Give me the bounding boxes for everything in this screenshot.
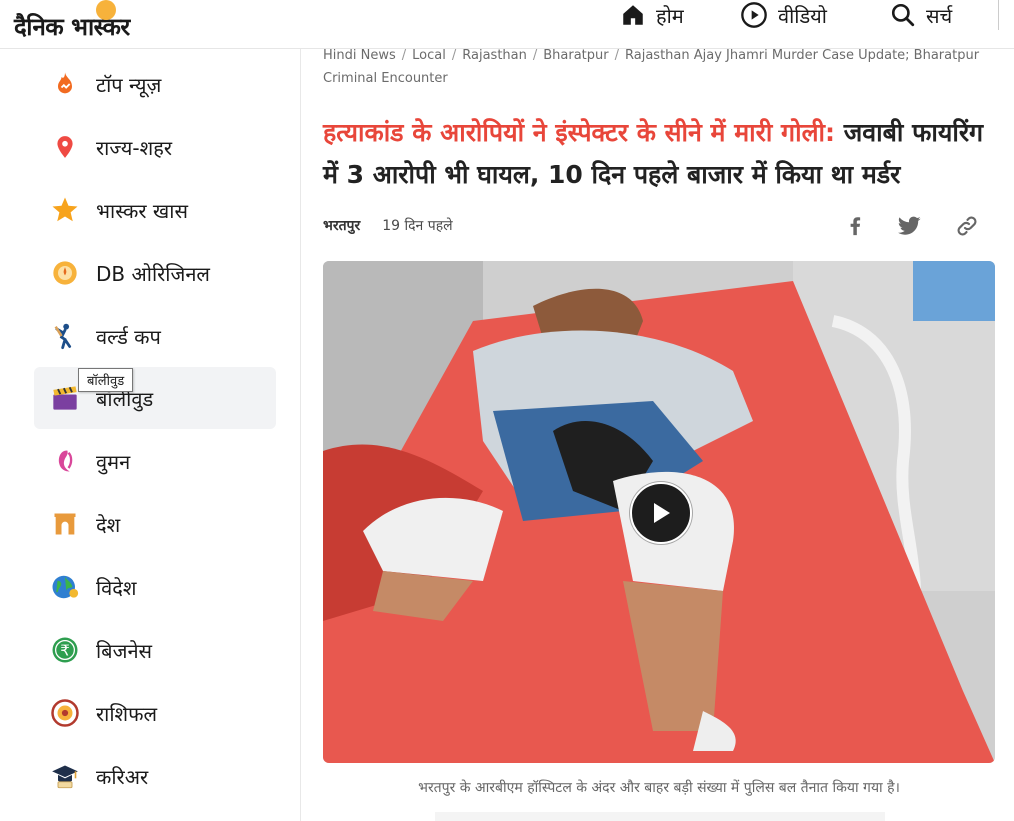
breadcrumb-separator: / xyxy=(532,48,538,63)
globe-icon xyxy=(50,572,80,602)
sidebar-item-career[interactable]: करिअर xyxy=(34,745,276,807)
sidebar-item-state-city[interactable]: राज्य-शहर xyxy=(34,116,276,178)
sidebar-item-label: देश xyxy=(96,512,121,537)
play-icon xyxy=(654,503,670,523)
sidebar-item-label: बिजनेस xyxy=(96,638,153,663)
zodiac-icon xyxy=(50,698,80,728)
breadcrumb-separator: / xyxy=(614,48,620,63)
sidebar-item-label: करिअर xyxy=(96,764,149,789)
breadcrumb-item[interactable]: Rajasthan xyxy=(462,48,527,63)
nav-search-label: सर्च xyxy=(926,3,953,28)
sidebar-item-label: वुमन xyxy=(96,449,131,474)
db-original-icon xyxy=(50,258,80,288)
share-facebook-button[interactable] xyxy=(840,211,870,241)
copy-link-button[interactable] xyxy=(952,211,982,241)
video-play-button[interactable] xyxy=(630,482,692,544)
nav-video[interactable]: वीडियो xyxy=(740,0,827,30)
sidebar-item-top-news[interactable]: टॉप न्यूज़ xyxy=(34,53,276,115)
woman-icon xyxy=(50,446,80,476)
breadcrumb-separator: / xyxy=(401,48,407,63)
nav-search[interactable]: सर्च xyxy=(890,0,952,30)
nav-home-label: होम xyxy=(656,3,684,28)
sidebar-item-videsh[interactable]: विदेश xyxy=(34,556,276,618)
sidebar-item-label: राज्य-शहर xyxy=(96,135,173,160)
sidebar-item-world-cup[interactable]: वर्ल्ड कप xyxy=(34,305,276,367)
flame-icon xyxy=(50,69,80,99)
sidebar: टॉप न्यूज़ राज्य-शहर भास्कर खास DB ओरिजि… xyxy=(0,49,301,821)
svg-text:₹: ₹ xyxy=(60,642,70,660)
breadcrumb-separator: / xyxy=(451,48,457,63)
header-divider xyxy=(998,0,999,30)
link-icon xyxy=(957,216,977,236)
sidebar-item-desh[interactable]: देश xyxy=(34,493,276,555)
site-logo[interactable]: दैनिक भास्कर xyxy=(14,0,130,43)
breadcrumb-item[interactable]: Bharatpur xyxy=(543,48,608,63)
star-icon xyxy=(50,195,80,225)
sidebar-item-bollywood[interactable]: बॉलीवुड xyxy=(34,367,276,429)
headline-highlight: हत्याकांड के आरोपियों ने इंस्पेक्टर के स… xyxy=(323,118,836,147)
media-caption: भरतपुर के आरबीएम हॉस्पिटल के अंदर और बाह… xyxy=(418,780,900,796)
logo-sun-icon xyxy=(96,0,116,20)
below-fold-strip xyxy=(435,812,885,821)
article-headline: हत्याकांड के आरोपियों ने इंस्पेक्टर के स… xyxy=(323,112,1003,196)
sidebar-tooltip: बॉलीवुड xyxy=(78,368,134,392)
article-meta: भरतपुर 19 दिन पहले xyxy=(323,216,453,235)
sidebar-item-label: DB ओरिजिनल xyxy=(96,261,210,286)
facebook-icon xyxy=(850,217,861,236)
article-video[interactable] xyxy=(323,261,995,763)
sidebar-item-bhaskar-khas[interactable]: भास्कर खास xyxy=(34,179,276,241)
sidebar-item-business[interactable]: ₹ बिजनेस xyxy=(34,619,276,681)
rupee-icon: ₹ xyxy=(50,635,80,665)
search-icon xyxy=(891,3,915,27)
clapperboard-icon xyxy=(50,383,80,413)
india-gate-icon xyxy=(50,509,80,539)
cricket-player-icon xyxy=(50,321,80,351)
home-icon xyxy=(623,5,643,25)
sidebar-item-woman[interactable]: वुमन xyxy=(34,430,276,492)
sidebar-item-label: भास्कर खास xyxy=(96,198,188,223)
sidebar-item-db-original[interactable]: DB ओरिजिनल xyxy=(34,242,276,304)
sidebar-item-label: टॉप न्यूज़ xyxy=(96,72,162,97)
sidebar-item-label: राशिफल xyxy=(96,701,158,726)
share-twitter-button[interactable] xyxy=(895,211,925,241)
graduation-cap-icon xyxy=(50,761,80,791)
sidebar-item-label: वर्ल्ड कप xyxy=(96,324,161,349)
sidebar-item-rashifal[interactable]: राशिफल xyxy=(34,682,276,744)
article-time: 19 दिन पहले xyxy=(382,218,453,234)
breadcrumb-item[interactable]: Local xyxy=(412,48,446,63)
sidebar-item-label: विदेश xyxy=(96,575,137,600)
play-circle-icon xyxy=(741,2,767,28)
article-city[interactable]: भरतपुर xyxy=(323,216,360,235)
nav-video-label: वीडियो xyxy=(778,3,827,28)
twitter-icon xyxy=(897,216,921,235)
location-pin-icon xyxy=(50,132,80,162)
nav-home[interactable]: होम xyxy=(620,0,684,30)
breadcrumb: Hindi News / Local / Rajasthan / Bharatpur / Raj… xyxy=(323,44,995,90)
breadcrumb-item[interactable]: Hindi News xyxy=(323,48,396,63)
top-header: दैनिक भास्कर होम वीडियो सर्च xyxy=(0,0,1014,49)
